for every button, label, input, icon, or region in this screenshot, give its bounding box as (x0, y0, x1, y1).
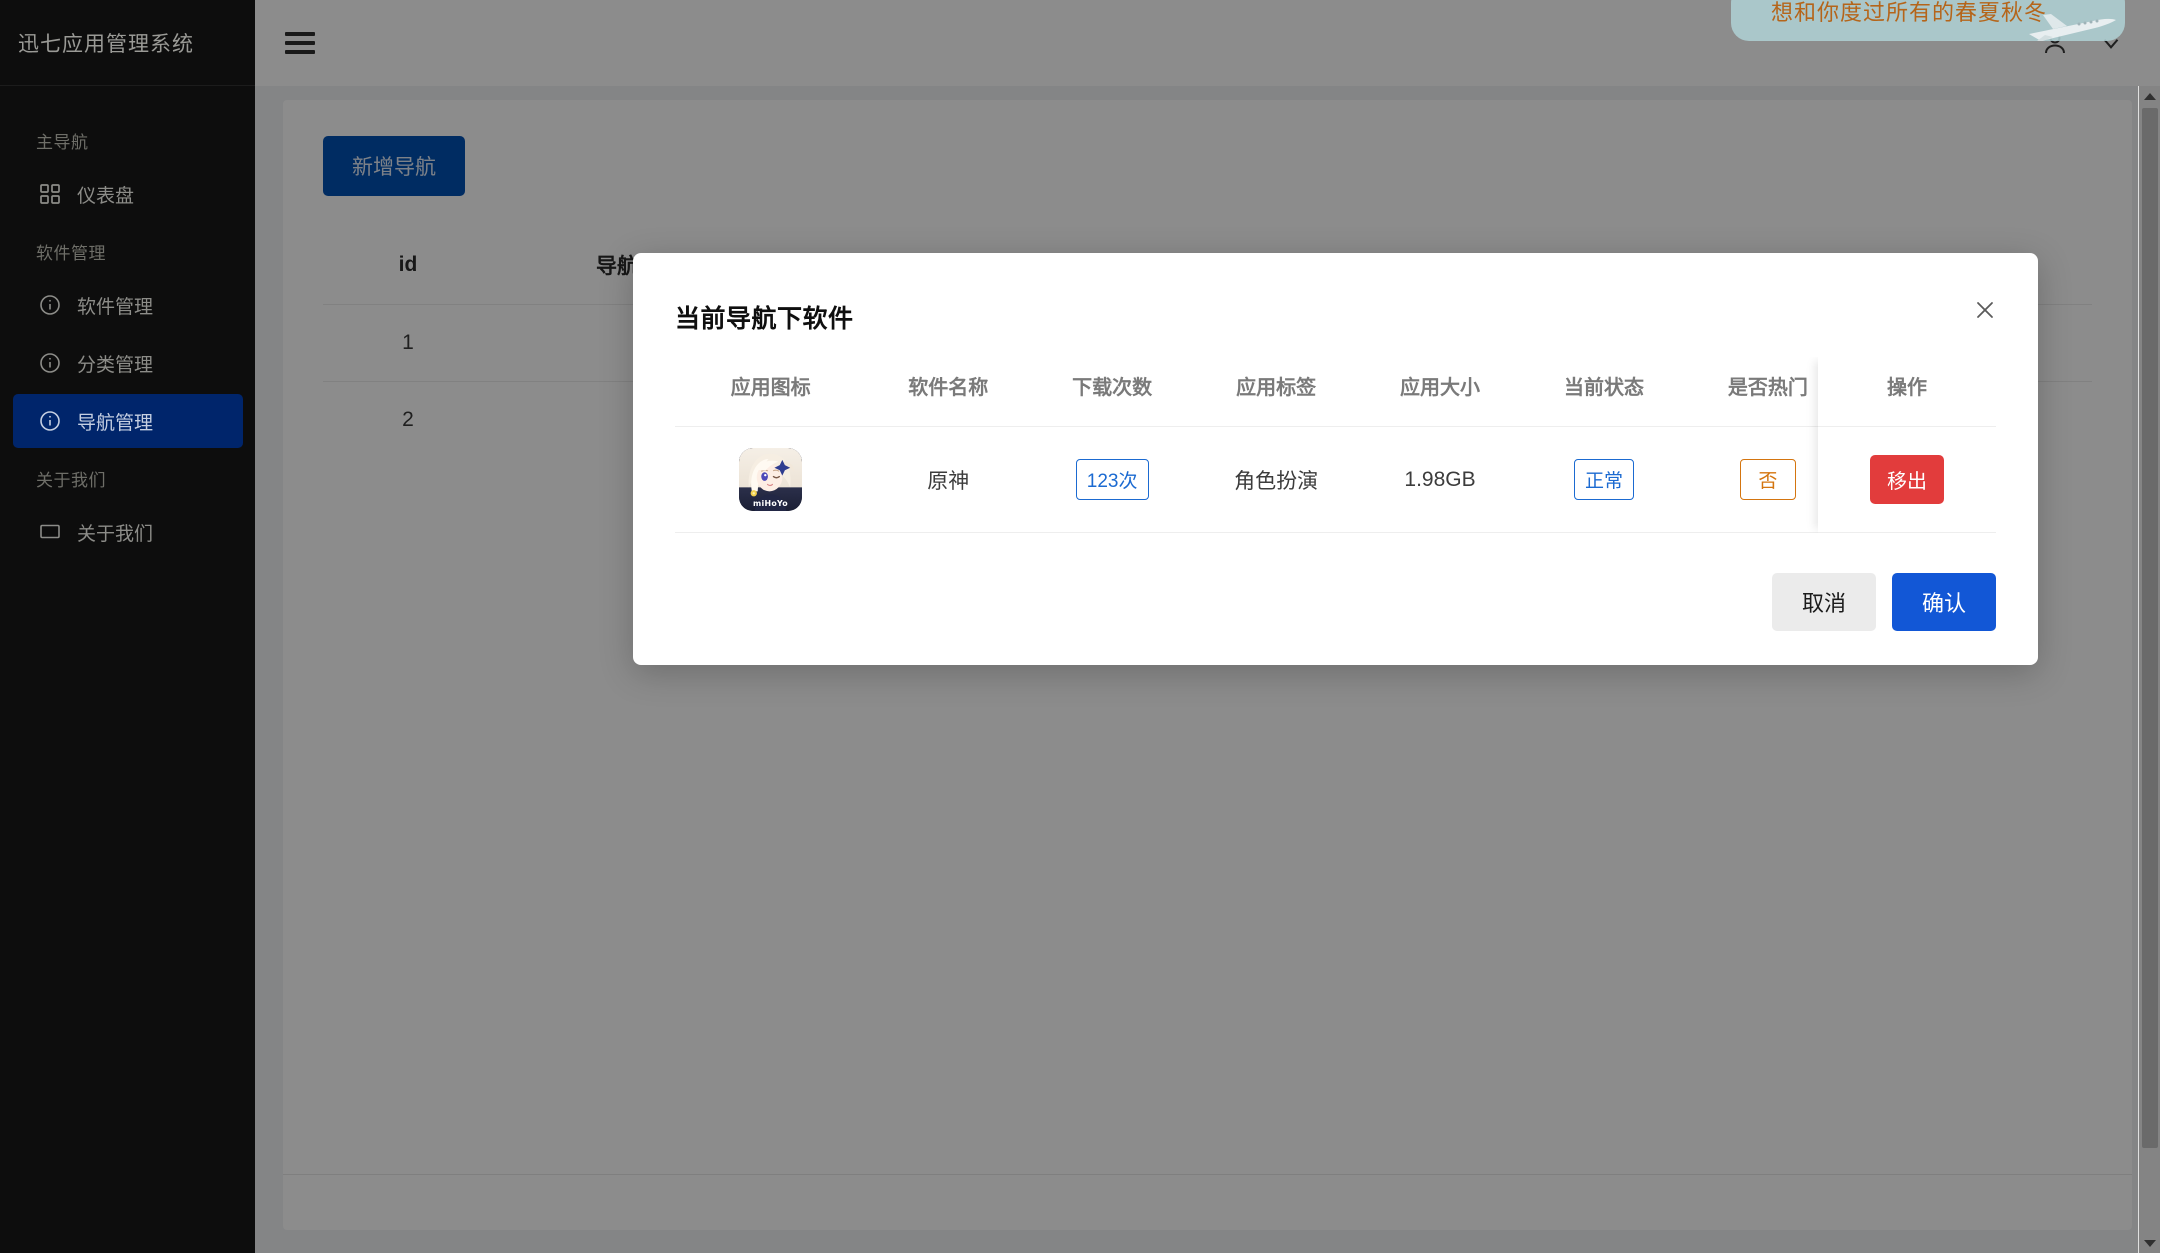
software-table-row[interactable]: miHoYo 原神 123次 角色扮演 1.98GB 正常 否 (675, 426, 1996, 533)
sidebar-item-dashboard[interactable]: 仪表盘 (13, 167, 243, 221)
cell-tag: 角色扮演 (1194, 426, 1359, 533)
sidebar-item-label: 导航管理 (77, 412, 154, 434)
sidebar-item-label: 仪表盘 (77, 185, 135, 207)
monitor-icon (37, 519, 63, 545)
nav-group-title-main: 主导航 (36, 133, 89, 152)
operation-cell: 移出 (1818, 426, 1996, 533)
col-header-app-name: 软件名称 (908, 377, 989, 399)
airplane-icon (2023, 1, 2119, 45)
close-icon[interactable] (1968, 293, 2002, 327)
modal-title: 当前导航下软件 (675, 305, 854, 333)
genshin-app-icon: miHoYo (739, 448, 803, 511)
info-circle-icon (37, 350, 63, 376)
cell-app-name: 原神 (866, 426, 1031, 533)
cancel-button[interactable]: 取消 (1771, 573, 1876, 631)
sidebar-nav: 主导航 仪表盘 软件管理 软件管理 分类管理 导航管理 关于我们 关于我们 (0, 86, 255, 559)
col-header-operation: 操作 (1887, 377, 1927, 399)
dashboard-icon (37, 181, 63, 207)
app-name-text: 原神 (927, 469, 970, 493)
app-root: 迅七应用管理系统 主导航 仪表盘 软件管理 软件管理 分类管理 导航管理 关于我… (0, 0, 2160, 1253)
app-tag-text: 角色扮演 (1234, 469, 1319, 493)
sidebar-item-category-manage[interactable]: 分类管理 (13, 336, 243, 390)
hot-badge: 否 (1739, 459, 1796, 500)
sidebar: 迅七应用管理系统 主导航 仪表盘 软件管理 软件管理 分类管理 导航管理 关于我… (0, 0, 255, 1253)
software-table-header-row: 应用图标 软件名称 下载次数 应用标签 应用大小 当前状态 是否热门 是 (675, 357, 1996, 427)
app-title: 迅七应用管理系统 (0, 0, 255, 86)
modal-table-scroll-area[interactable]: 应用图标 软件名称 下载次数 应用标签 应用大小 当前状态 是否热门 是 (675, 357, 1996, 533)
col-header-app-icon: 应用图标 (730, 377, 811, 399)
downloads-badge: 123次 (1075, 459, 1149, 500)
sidebar-item-label: 软件管理 (77, 296, 154, 318)
sidebar-item-software-manage[interactable]: 软件管理 (13, 278, 243, 332)
modal-header: 当前导航下软件 (675, 253, 1996, 335)
svg-text:miHoYo: miHoYo (753, 499, 788, 508)
current-nav-software-modal: 当前导航下软件 应用图标 软件名称 下载次数 应用标签 应用大小 当前状态 是否… (633, 253, 2038, 665)
col-header-tag: 应用标签 (1236, 377, 1317, 399)
cell-app-icon: miHoYo (675, 426, 867, 533)
floating-notification[interactable]: 想和你度过所有的春夏秋冬 (1730, 0, 2125, 41)
col-header-downloads: 下载次数 (1072, 377, 1153, 399)
software-table: 应用图标 软件名称 下载次数 应用标签 应用大小 当前状态 是否热门 是 (675, 357, 1996, 533)
col-header-status: 当前状态 (1563, 377, 1644, 399)
sidebar-item-label: 关于我们 (77, 523, 154, 545)
info-circle-icon (37, 292, 63, 318)
nav-group-title-about: 关于我们 (36, 471, 106, 490)
cell-downloads: 123次 (1030, 426, 1195, 533)
remove-software-button[interactable]: 移出 (1870, 455, 1944, 504)
cell-status: 正常 (1522, 426, 1686, 533)
nav-group-title-software: 软件管理 (36, 244, 106, 263)
scrollbar-dim (2139, 86, 2160, 1253)
confirm-button[interactable]: 确认 (1891, 573, 1996, 631)
sidebar-item-about-us[interactable]: 关于我们 (13, 505, 243, 559)
info-circle-icon (37, 408, 63, 434)
content-column: 新增导航 id 导航名称 导航权重 操作 1 (255, 0, 2160, 1253)
sidebar-item-navigation-manage[interactable]: 导航管理 (13, 394, 243, 448)
cell-size: 1.98GB (1358, 426, 1522, 533)
page-scrollbar[interactable] (2138, 86, 2160, 1253)
app-size-text: 1.98GB (1404, 467, 1476, 491)
col-header-size: 应用大小 (1400, 377, 1481, 399)
status-badge: 正常 (1573, 459, 1634, 500)
modal-footer: 取消 确认 (675, 533, 1996, 631)
sticky-operation-column: 操作 移出 (1818, 357, 1996, 533)
sidebar-item-label: 分类管理 (77, 354, 154, 376)
